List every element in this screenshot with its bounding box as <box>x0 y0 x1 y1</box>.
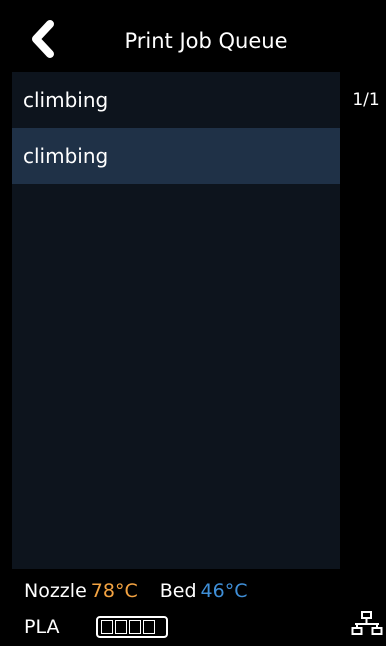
filament-gauge-segment <box>143 620 155 634</box>
nozzle-temp: 78°C <box>90 580 138 602</box>
nozzle-label: Nozzle <box>24 580 87 602</box>
filament-gauge-segment <box>129 620 141 634</box>
print-job-queue-screen: Print Job Queue climbing climbing 1/1 No… <box>0 0 386 646</box>
filament-gauge-segment <box>101 620 113 634</box>
material-label: PLA <box>24 616 60 638</box>
network-icon[interactable] <box>351 610 383 638</box>
back-button[interactable] <box>24 18 66 60</box>
page-indicator: 1/1 <box>352 90 380 110</box>
bed-temp: 46°C <box>200 580 248 602</box>
list-item-selected[interactable]: climbing <box>12 128 340 184</box>
filament-gauge <box>96 616 168 638</box>
network-topology-icon <box>351 611 383 635</box>
temperature-status: Nozzle 78°C Bed 46°C <box>24 578 247 604</box>
list-item[interactable]: climbing <box>12 72 340 128</box>
job-queue-list[interactable]: climbing climbing <box>12 72 340 569</box>
header: Print Job Queue <box>0 0 386 72</box>
bed-label: Bed <box>159 580 197 602</box>
page-title: Print Job Queue <box>124 29 288 53</box>
filament-gauge-segment <box>115 620 127 634</box>
chevron-left-icon <box>32 20 54 58</box>
